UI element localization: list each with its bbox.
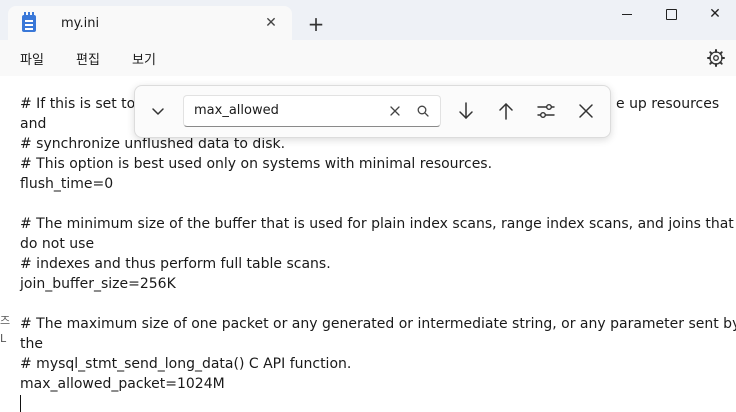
search-input[interactable]: max_allowed xyxy=(183,95,441,127)
tab-title: my.ini xyxy=(61,16,100,31)
tab-my-ini[interactable]: my.ini ✕ xyxy=(8,6,292,40)
chevron-down-icon[interactable] xyxy=(147,100,169,122)
editor-line: join_buffer_size=256K xyxy=(20,276,176,292)
editor-line: # The minimum size of the buffer that is… xyxy=(20,216,734,232)
close-icon[interactable] xyxy=(388,104,402,118)
edge-fragment: 즈 xyxy=(0,314,11,327)
menu-view[interactable]: 보기 xyxy=(132,49,156,68)
editor-line: and xyxy=(20,116,47,132)
minimize-icon xyxy=(622,13,632,15)
editor-line: # The maximum size of one packet or any … xyxy=(20,316,736,332)
menu-file[interactable]: 파일 xyxy=(20,49,44,68)
tab-close-button[interactable]: ✕ xyxy=(260,12,282,34)
menu-edit[interactable]: 편집 xyxy=(76,49,100,68)
editor-line: do not use xyxy=(20,236,95,252)
new-tab-button[interactable]: + xyxy=(304,14,328,38)
search-input-value: max_allowed xyxy=(194,103,279,118)
editor-line: # If this is set to xyxy=(20,96,136,112)
menu-bar: 파일 편집 보기 xyxy=(0,40,736,76)
window-close-button[interactable]: ✕ xyxy=(692,0,736,30)
notepad-icon xyxy=(22,12,36,32)
editor-line: the xyxy=(20,336,43,352)
search-icon[interactable] xyxy=(416,104,430,118)
text-cursor xyxy=(20,395,21,412)
maximize-button[interactable] xyxy=(648,0,694,30)
find-bar: max_allowed xyxy=(134,85,611,138)
editor-line: # indexes and thus perform full table sc… xyxy=(20,256,331,272)
editor-line: # mysql_stmt_send_long_data() C API func… xyxy=(20,356,352,372)
editor-line: flush_time=0 xyxy=(20,176,114,192)
editor-line: e up resources xyxy=(616,96,720,112)
title-bar: my.ini ✕ + ✕ xyxy=(0,0,736,40)
gear-icon[interactable] xyxy=(706,48,726,68)
sliders-icon[interactable] xyxy=(535,100,557,122)
minimize-button[interactable] xyxy=(604,0,650,30)
arrow-up-icon[interactable] xyxy=(495,100,517,122)
edge-fragment: L xyxy=(0,332,7,345)
close-icon[interactable] xyxy=(575,100,597,122)
arrow-down-icon[interactable] xyxy=(455,100,477,122)
editor-line: # This option is best used only on syste… xyxy=(20,156,493,172)
maximize-icon xyxy=(665,8,677,20)
editor-line: max_allowed_packet=1024M xyxy=(20,376,225,392)
